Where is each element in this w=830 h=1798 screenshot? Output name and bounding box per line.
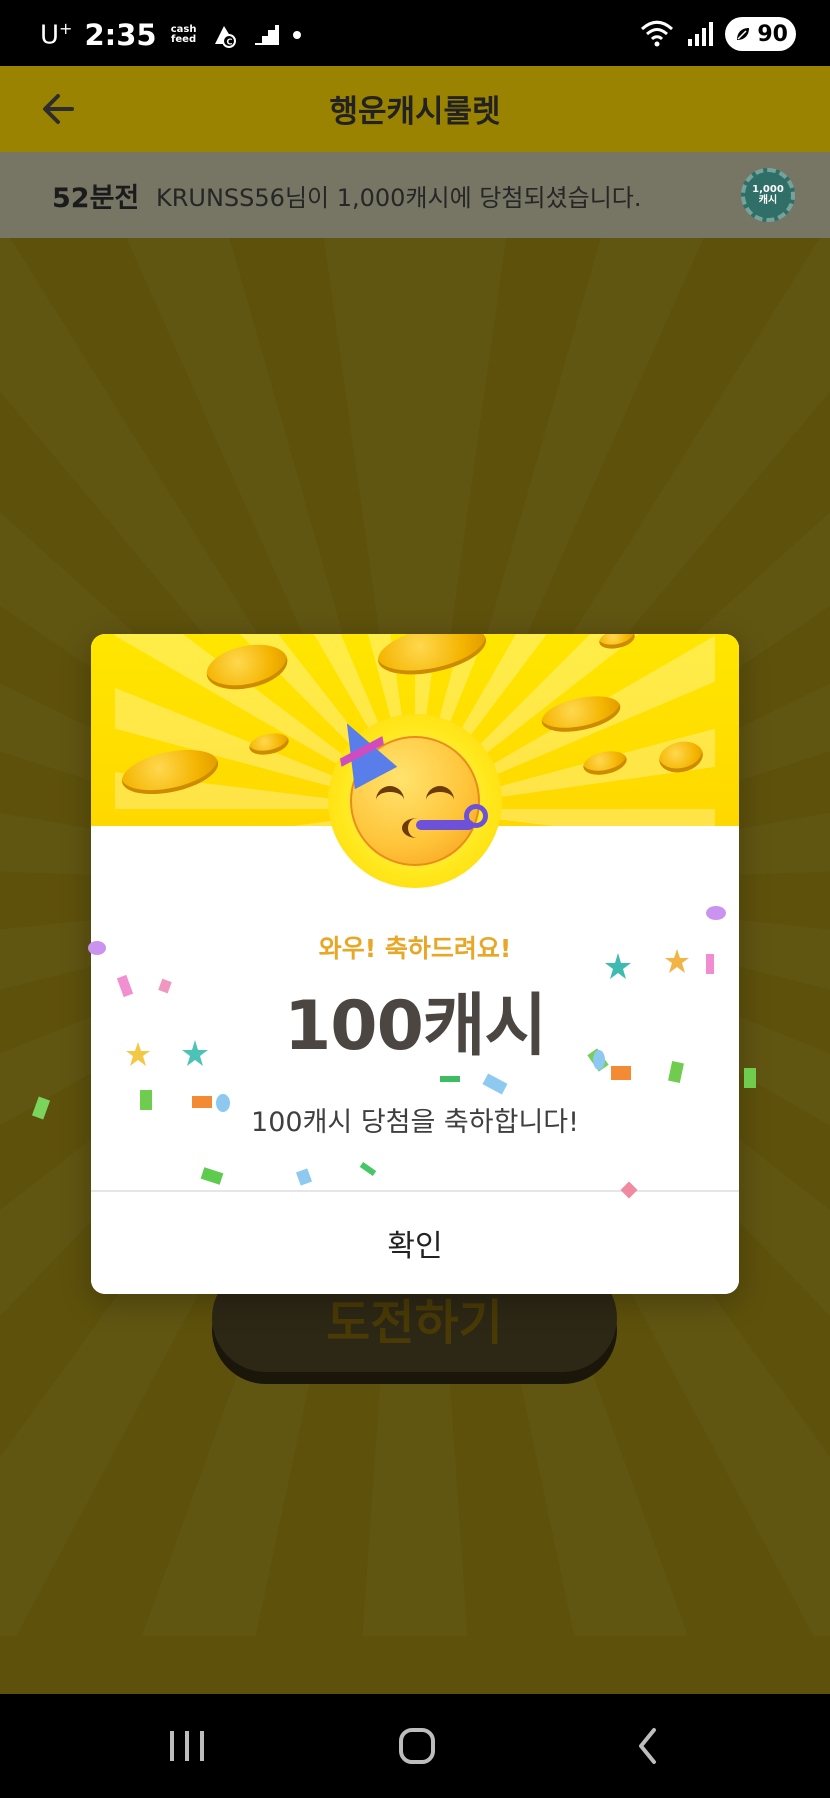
- svg-text:C: C: [226, 38, 232, 47]
- congrats-headline: 와우! 축하드려요!: [318, 934, 512, 963]
- confetti-icon: [88, 941, 106, 955]
- carrier-superscript: +: [59, 19, 73, 39]
- star-confetti-icon: [126, 1042, 150, 1066]
- confetti-icon: [611, 1066, 631, 1080]
- ticker-message: KRUNSS56님이 1,000캐시에 당첨되셨습니다.: [156, 184, 642, 212]
- screen: U+ 2:35 cash feed C 90 행운캐시룰렛 52분전 KRUNS…: [0, 0, 830, 1798]
- confirm-button[interactable]: 확인: [91, 1192, 739, 1294]
- page-title: 행운캐시룰렛: [329, 94, 501, 130]
- carrier-label: U: [40, 20, 60, 51]
- back-icon[interactable]: [619, 1716, 679, 1776]
- chip-label: 캐시: [758, 195, 778, 206]
- header: 행운캐시룰렛: [0, 66, 830, 152]
- carrier: U+: [40, 19, 72, 51]
- confetti-icon: [216, 1094, 230, 1112]
- navigation-bar: [0, 1694, 830, 1798]
- cashfeed-icon: cash feed: [169, 25, 199, 45]
- staircase-icon: [254, 25, 279, 45]
- ride-icon: C: [214, 26, 236, 48]
- confetti-icon: [706, 954, 714, 974]
- reward-dialog: 와우! 축하드려요! 100캐시 100캐시 당첨을 축하합니다! 확인: [91, 634, 739, 1294]
- left-eye: [376, 786, 404, 804]
- confetti-icon: [744, 1068, 756, 1088]
- home-icon[interactable]: [387, 1716, 447, 1776]
- confetti-icon: [593, 1050, 605, 1070]
- star-confetti-icon: [182, 1040, 208, 1066]
- confetti-icon: [440, 1076, 460, 1082]
- confetti-icon: [192, 1096, 212, 1108]
- notification-dot-icon: [292, 31, 301, 39]
- status-right: 90: [639, 17, 796, 51]
- right-eye: [426, 786, 454, 804]
- cash-chip-icon: 1,000 캐시: [741, 168, 795, 222]
- star-confetti-icon: [605, 953, 631, 979]
- cashfeed-bottom: feed: [171, 34, 197, 45]
- status-time: 2:35: [84, 18, 157, 52]
- status-bar: U+ 2:35 cash feed C 90: [0, 0, 830, 66]
- app-content: 행운캐시룰렛 52분전 KRUNSS56님이 1,000캐시에 당첨되셨습니다.…: [0, 66, 830, 1694]
- celebration-emoji: [325, 711, 502, 888]
- recent-apps-icon[interactable]: [157, 1716, 217, 1776]
- chip-amount: 1,000: [752, 184, 784, 195]
- confetti-icon: [706, 906, 726, 920]
- party-horn-end: [464, 804, 488, 828]
- battery-level: 90: [757, 21, 788, 47]
- leaf-icon: [737, 28, 750, 40]
- reward-message: 100캐시 당첨을 축하합니다!: [251, 1107, 579, 1138]
- party-face-icon: [325, 711, 488, 866]
- ticker-time: 52분전: [52, 183, 140, 214]
- signal-icon: [688, 22, 714, 46]
- status-left: U+ 2:35 cash feed C: [40, 18, 301, 52]
- star-confetti-icon: [665, 949, 689, 973]
- confetti-icon: [140, 1090, 152, 1110]
- wifi-icon: [641, 20, 674, 47]
- battery-badge: 90: [725, 17, 796, 51]
- winner-ticker: 52분전 KRUNSS56님이 1,000캐시에 당첨되셨습니다. 1,000 …: [0, 152, 830, 238]
